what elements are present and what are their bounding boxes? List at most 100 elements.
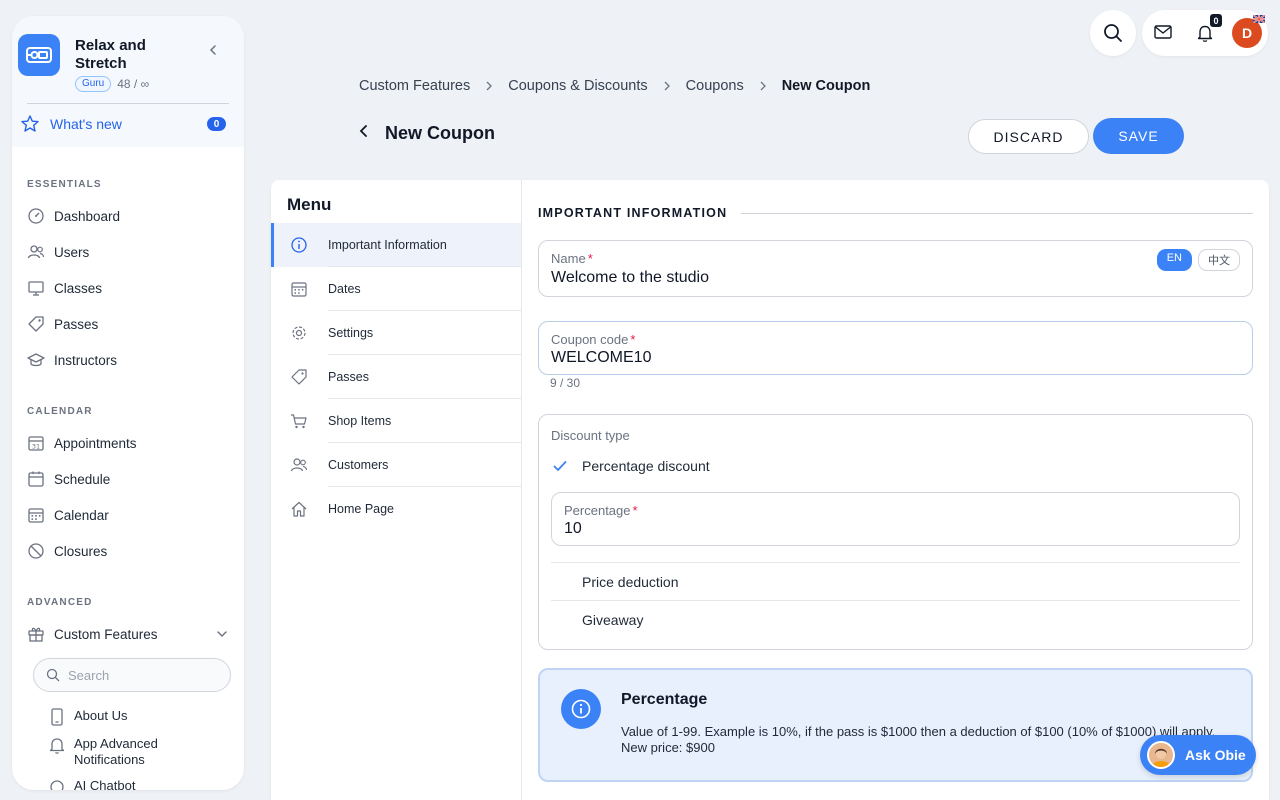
menu-item-passes[interactable]: Passes xyxy=(271,355,521,399)
sidebar: Relax and Stretch Guru 48 / ∞ What's new… xyxy=(12,16,244,790)
brand: Relax and Stretch Guru 48 / ∞ xyxy=(18,34,238,102)
sidebar-item-label: Classes xyxy=(54,280,103,296)
menu-item-dates[interactable]: Dates xyxy=(271,267,521,311)
option-label: Price deduction xyxy=(582,573,679,590)
mail-icon xyxy=(1154,25,1172,39)
info-icon xyxy=(291,237,307,253)
sidebar-item-classes[interactable]: Classes xyxy=(12,270,244,306)
brand-meta: Guru 48 / ∞ xyxy=(75,76,149,92)
name-input[interactable] xyxy=(551,269,1111,287)
section-title: IMPORTANT INFORMATION xyxy=(538,206,728,220)
breadcrumb-current: New Coupon xyxy=(781,78,871,94)
discard-button[interactable]: DISCARD xyxy=(968,119,1089,154)
sidebar-item-custom-features[interactable]: Custom Features xyxy=(12,616,244,652)
sidebar-item-appointments[interactable]: 31 Appointments xyxy=(12,425,244,461)
percentage-field: Percentage * xyxy=(551,492,1240,546)
menu-item-customers[interactable]: Customers xyxy=(271,443,521,487)
sidebar-item-users[interactable]: Users xyxy=(12,234,244,270)
breadcrumb-item[interactable]: Coupons xyxy=(686,78,744,94)
graduation-cap-icon xyxy=(27,353,45,367)
breadcrumb-item[interactable]: Custom Features xyxy=(359,78,470,94)
menu-item-label: Settings xyxy=(328,326,374,340)
uk-flag-icon xyxy=(1253,15,1265,23)
sidebar-subitem-app-advanced-notifications[interactable]: App Advanced Notifications xyxy=(12,730,244,772)
sidebar-item-schedule[interactable]: Schedule xyxy=(12,461,244,497)
sidebar-item-closures[interactable]: Closures xyxy=(12,533,244,569)
menu-item-important-information[interactable]: Important Information xyxy=(271,223,521,267)
section-advanced: ADVANCED xyxy=(27,597,93,608)
menu-item-shop-items[interactable]: Shop Items xyxy=(271,399,521,443)
top-actions: 0 D xyxy=(1142,10,1268,56)
option-percentage-discount[interactable]: Percentage discount xyxy=(551,447,1240,485)
sidebar-item-label: Custom Features xyxy=(54,626,158,642)
breadcrumb: Custom Features Coupons & Discounts Coup… xyxy=(359,78,870,94)
menu-item-home-page[interactable]: Home Page xyxy=(271,487,521,531)
search-icon xyxy=(46,668,60,682)
calendar-grid-icon xyxy=(28,508,44,523)
calendar-icon xyxy=(291,282,307,297)
coupon-code-label-text: Coupon code xyxy=(551,332,629,347)
sidebar-subitem-label: AI Chatbot xyxy=(74,778,136,790)
calendar-icon xyxy=(28,471,44,487)
required-marker: * xyxy=(587,251,593,266)
section-rule xyxy=(741,212,1253,214)
save-button[interactable]: SAVE xyxy=(1093,118,1184,154)
lang-en-button[interactable]: EN xyxy=(1156,249,1192,271)
collapse-sidebar-icon[interactable] xyxy=(206,43,220,57)
chevron-right-icon xyxy=(486,81,493,91)
option-label: Percentage discount xyxy=(582,458,710,474)
sidebar-subitem-about-us[interactable]: About Us xyxy=(12,702,244,730)
assistant-avatar xyxy=(1147,741,1175,769)
menu-item-label: Customers xyxy=(328,458,389,472)
form-content: IMPORTANT INFORMATION Name* EN 中文 Coupon… xyxy=(538,180,1253,782)
svg-text:31: 31 xyxy=(32,443,40,451)
sidebar-item-label: Calendar xyxy=(54,507,109,523)
menu-title: Menu xyxy=(287,195,332,214)
global-search-button[interactable] xyxy=(1090,10,1136,56)
sidebar-item-passes[interactable]: Passes xyxy=(12,306,244,342)
usage-count: 48 / ∞ xyxy=(117,77,150,91)
breadcrumb-item[interactable]: Coupons & Discounts xyxy=(508,78,647,94)
users-icon xyxy=(27,245,45,259)
users-icon xyxy=(290,458,308,472)
whats-new-count: 0 xyxy=(207,117,226,131)
chevron-left-icon xyxy=(359,125,367,137)
option-price-deduction[interactable]: Price deduction xyxy=(551,562,1240,600)
sidebar-subitem-label: About Us xyxy=(74,708,128,723)
chevron-right-icon xyxy=(664,81,670,91)
discount-type-group: Discount type Percentage discount Percen… xyxy=(538,414,1253,650)
page-title: New Coupon xyxy=(385,123,495,143)
sidebar-search-input[interactable] xyxy=(68,667,208,683)
phone-icon xyxy=(51,708,63,726)
discount-type-label: Discount type xyxy=(551,428,630,443)
plan-badge: Guru xyxy=(75,76,112,92)
name-field: Name* EN 中文 xyxy=(538,240,1253,297)
ask-obie-button[interactable]: Ask Obie xyxy=(1140,735,1256,775)
name-label-text: Name xyxy=(551,251,586,266)
brand-logo xyxy=(18,34,60,76)
lang-zh-button[interactable]: 中文 xyxy=(1198,249,1240,271)
section-header: IMPORTANT INFORMATION xyxy=(538,206,1253,220)
bell-icon xyxy=(49,738,65,754)
option-giveaway[interactable]: Giveaway xyxy=(551,600,1240,638)
back-button[interactable] xyxy=(357,124,371,138)
percentage-label-text: Percentage xyxy=(564,503,631,518)
tag-icon xyxy=(291,369,307,385)
sidebar-item-dashboard[interactable]: Dashboard xyxy=(12,198,244,234)
sidebar-item-label: Appointments xyxy=(54,435,137,451)
percentage-input[interactable] xyxy=(564,520,1064,538)
dashboard-icon xyxy=(28,208,44,224)
coupon-code-input[interactable] xyxy=(551,349,1111,367)
sidebar-subitem-ai-chatbot[interactable]: AI Chatbot xyxy=(12,772,244,790)
gear-icon xyxy=(292,326,306,340)
percentage-label: Percentage * xyxy=(564,503,638,518)
language-switch: EN 中文 xyxy=(1156,249,1240,271)
menu-item-settings[interactable]: Settings xyxy=(271,311,521,355)
sidebar-item-instructors[interactable]: Instructors xyxy=(12,342,244,378)
menu-item-label: Passes xyxy=(328,370,369,384)
sidebar-item-calendar[interactable]: Calendar xyxy=(12,497,244,533)
coupon-code-label: Coupon code * xyxy=(551,332,635,347)
whats-new-link[interactable]: What's new 0 xyxy=(18,104,238,144)
sidebar-search xyxy=(33,658,231,692)
messages-button[interactable] xyxy=(1154,24,1172,40)
